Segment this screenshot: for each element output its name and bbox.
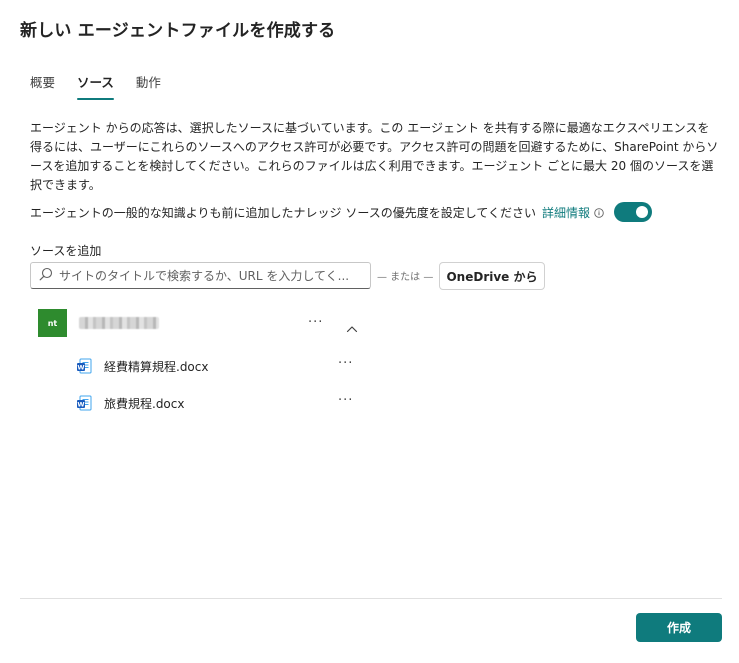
file-more-options-button[interactable]: ··· (338, 393, 353, 408)
site-group-row[interactable]: nt ··· (38, 309, 368, 337)
info-icon (594, 207, 604, 218)
site-name-redacted (79, 317, 159, 329)
file-name: 経費精算規程.docx (104, 359, 209, 374)
site-avatar: nt (38, 309, 67, 337)
svg-text:W: W (77, 400, 84, 408)
create-button[interactable]: 作成 (636, 613, 722, 642)
file-more-options-button[interactable]: ··· (338, 356, 353, 371)
onedrive-button[interactable]: OneDrive から (439, 262, 545, 290)
chevron-up-icon[interactable] (346, 318, 358, 337)
tab-behavior[interactable]: 動作 (136, 68, 161, 100)
add-source-label: ソースを追加 (30, 244, 102, 258)
site-more-options-button[interactable]: ··· (308, 315, 323, 330)
word-doc-icon: W (76, 358, 92, 374)
file-row[interactable]: W 旅費規程.docx ··· (76, 393, 376, 413)
priority-toggle[interactable] (614, 202, 653, 222)
tab-bar: 概要 ソース 動作 (30, 68, 183, 100)
toggle-knob (636, 206, 649, 218)
footer-divider (20, 598, 722, 599)
or-separator: — または — (377, 272, 434, 283)
file-row[interactable]: W 経費精算規程.docx ··· (76, 356, 376, 376)
svg-text:W: W (77, 363, 84, 371)
sources-description: エージェント からの応答は、選択したソースに基づいています。この エージェント … (30, 121, 719, 192)
tab-overview[interactable]: 概要 (30, 68, 55, 100)
dialog-title: 新しい エージェントファイルを作成する (20, 21, 336, 41)
search-icon (39, 266, 53, 285)
detail-info-link[interactable]: 詳細情報 (542, 204, 590, 221)
priority-setting-label: エージェントの一般的な知識よりも前に追加したナレッジ ソースの優先度を設定してく… (30, 205, 537, 220)
site-search-input[interactable] (59, 268, 359, 283)
file-name: 旅費規程.docx (104, 396, 185, 411)
site-search-box[interactable] (30, 262, 371, 289)
word-doc-icon: W (76, 395, 92, 411)
tab-sources[interactable]: ソース (77, 68, 114, 100)
priority-setting-row: エージェントの一般的な知識よりも前に追加したナレッジ ソースの優先度を設定してく… (30, 202, 680, 222)
